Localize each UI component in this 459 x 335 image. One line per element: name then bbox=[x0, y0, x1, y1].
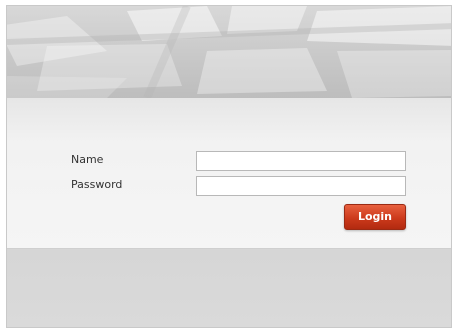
header-banner-image bbox=[7, 6, 451, 98]
banner-graphic bbox=[7, 6, 451, 98]
login-panel: Name Password Login bbox=[6, 5, 452, 328]
password-input[interactable] bbox=[196, 176, 406, 196]
login-form: Name Password Login bbox=[7, 98, 451, 248]
login-button[interactable]: Login bbox=[344, 204, 406, 230]
name-input[interactable] bbox=[196, 151, 406, 171]
footer-area bbox=[7, 248, 451, 327]
name-label: Name bbox=[71, 153, 104, 166]
password-label: Password bbox=[71, 178, 123, 191]
